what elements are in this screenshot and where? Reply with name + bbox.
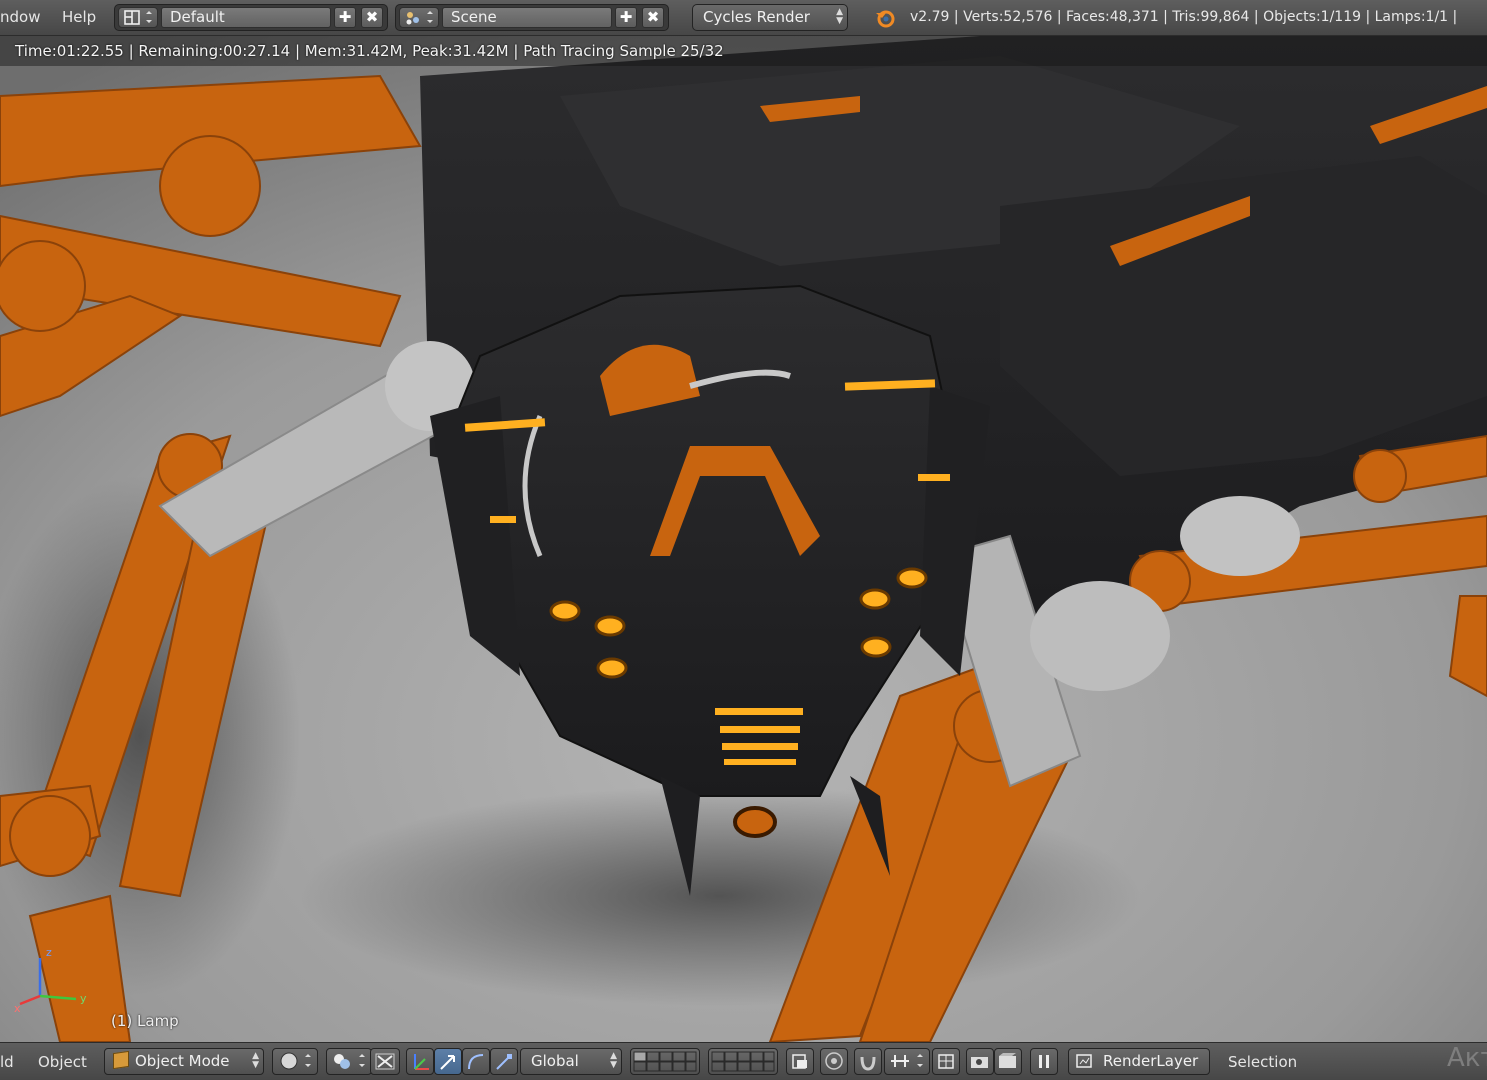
blender-logo-icon	[876, 10, 895, 28]
info-header: ndow Help Default ✚ ✖ Scene ✚ ✖ Cycles R…	[0, 0, 1487, 36]
menu-help[interactable]: Help	[62, 8, 96, 26]
3d-viewport[interactable]: Time:01:22.55 | Remaining:00:27.14 | Mem…	[0, 36, 1487, 1042]
scene-layers-grid-1[interactable]	[630, 1048, 700, 1075]
snap-target-icon[interactable]	[932, 1048, 960, 1075]
rotate-manipulator-button[interactable]	[462, 1048, 490, 1075]
remove-screen-button[interactable]: ✖	[361, 7, 383, 28]
orientation-label: Global	[531, 1052, 579, 1070]
viewport-shading-dropdown[interactable]	[272, 1048, 318, 1075]
mode-label: Object Mode	[135, 1052, 230, 1070]
screen-layout-selector: Default ✚ ✖	[114, 4, 388, 31]
render-layer-button[interactable]: RenderLayer	[1068, 1048, 1210, 1075]
render-engine-dropdown[interactable]: Cycles Render ▲ ▼	[692, 4, 848, 31]
screen-layout-icon[interactable]	[118, 7, 158, 28]
menu-window[interactable]: ndow	[0, 8, 40, 26]
close-icon: ✖	[365, 8, 379, 26]
scene-statistics: v2.79 | Verts:52,576 | Faces:48,371 | Tr…	[910, 9, 1458, 25]
mode-dropdown[interactable]: Object Mode ▲ ▼	[104, 1048, 264, 1075]
snap-element-dropdown[interactable]	[884, 1048, 930, 1075]
pivot-point-dropdown[interactable]	[326, 1048, 372, 1075]
render-opengl-still-icon[interactable]	[966, 1048, 994, 1075]
screen-layout-name[interactable]: Default	[161, 7, 331, 28]
remove-scene-button[interactable]: ✖	[642, 7, 664, 28]
menu-add[interactable]: ld	[0, 1053, 14, 1071]
proportional-editing-icon[interactable]	[820, 1048, 848, 1075]
add-screen-button[interactable]: ✚	[334, 7, 356, 28]
gizmo-x-label: x	[14, 1002, 21, 1014]
translate-manipulator-button[interactable]	[434, 1048, 462, 1075]
render-layer-icon	[1076, 1054, 1092, 1068]
plus-icon: ✚	[619, 8, 633, 26]
menu-object[interactable]: Object	[38, 1053, 87, 1071]
add-scene-button[interactable]: ✚	[615, 7, 637, 28]
scene-selector: Scene ✚ ✖	[395, 4, 669, 31]
manipulator-center-button[interactable]	[370, 1048, 400, 1075]
gizmo-z-label: z	[46, 946, 52, 959]
activation-watermark: Акт	[1447, 1043, 1487, 1073]
gizmo-y-label: y	[80, 992, 87, 1005]
plus-icon: ✚	[338, 8, 352, 26]
snap-magnet-icon[interactable]	[854, 1048, 882, 1075]
manipulator-toggle-button[interactable]	[406, 1048, 434, 1075]
3d-view-header: ld Object Object Mode ▲ ▼ Global ▲ ▼ Ren…	[0, 1042, 1487, 1080]
object-mode-icon	[113, 1050, 129, 1070]
updown-arrows-icon: ▲ ▼	[836, 7, 843, 26]
render-layer-label: RenderLayer	[1103, 1052, 1199, 1070]
scale-manipulator-button[interactable]	[490, 1048, 518, 1075]
render-engine-label: Cycles Render	[703, 8, 810, 26]
selection-label: Selection	[1228, 1053, 1298, 1071]
render-opengl-animation-icon[interactable]	[994, 1048, 1022, 1075]
scene-name[interactable]: Scene	[442, 7, 612, 28]
updown-arrows-icon: ▲ ▼	[252, 1051, 259, 1070]
lock-camera-icon[interactable]	[786, 1048, 814, 1075]
scene-icon[interactable]	[399, 7, 439, 28]
render-progress-info: Time:01:22.55 | Remaining:00:27.14 | Mem…	[15, 42, 724, 60]
axis-gizmo-icon: z y x	[14, 946, 87, 1014]
transform-orientation-dropdown[interactable]: Global ▲ ▼	[520, 1048, 622, 1075]
active-object-label: (1) Lamp	[111, 1012, 179, 1030]
render-preview	[0, 36, 1487, 1042]
scene-layers-grid-2[interactable]	[708, 1048, 778, 1075]
updown-arrows-icon: ▲ ▼	[610, 1051, 617, 1070]
close-icon: ✖	[646, 8, 660, 26]
pause-preview-icon[interactable]	[1030, 1048, 1058, 1075]
